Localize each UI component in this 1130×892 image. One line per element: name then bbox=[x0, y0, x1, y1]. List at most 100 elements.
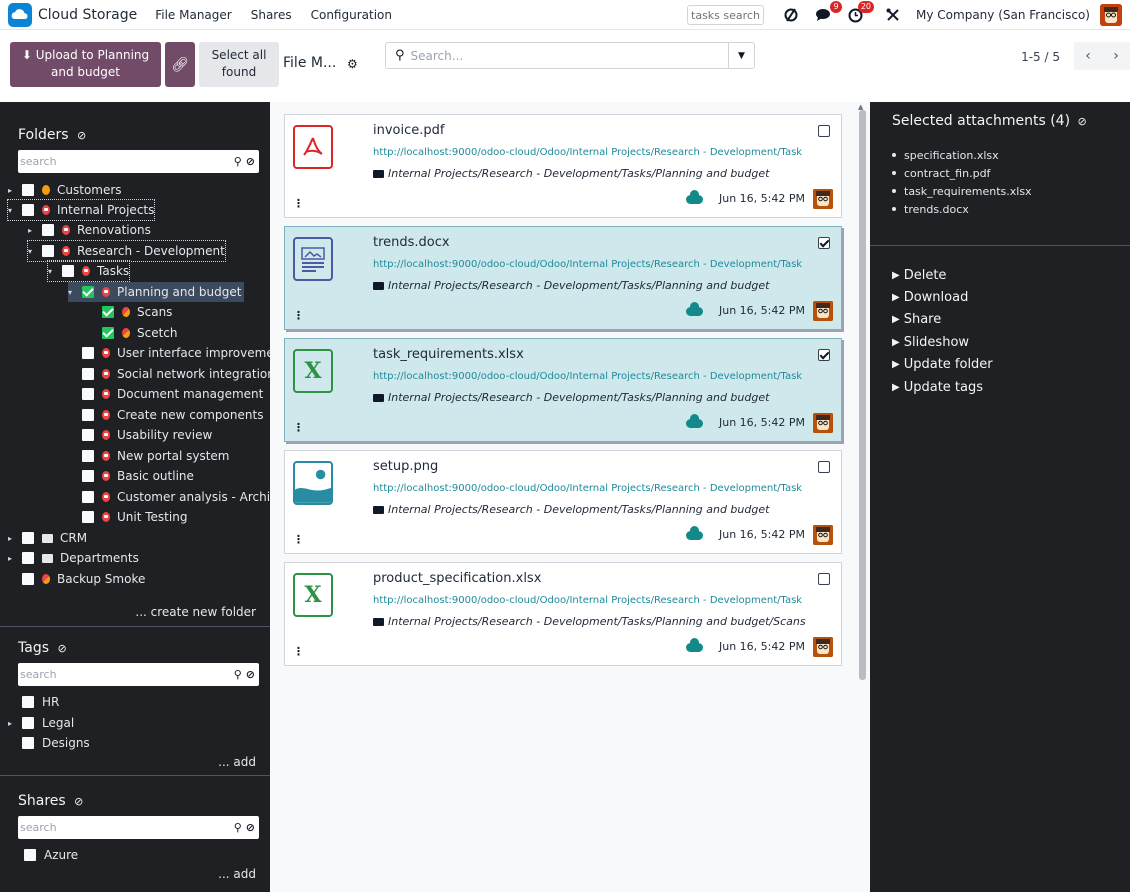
tag-checkbox[interactable] bbox=[22, 717, 34, 729]
folder-checkbox[interactable] bbox=[22, 532, 34, 544]
folder-item-scetch[interactable]: Scetch bbox=[88, 323, 178, 343]
action-download[interactable]: ▶ Download bbox=[892, 286, 993, 308]
brand[interactable]: Cloud Storage bbox=[0, 2, 155, 27]
folder-checkbox[interactable] bbox=[22, 573, 34, 585]
caret-right-icon[interactable]: ▸ bbox=[28, 226, 36, 235]
attachment-name[interactable]: product_specification.xlsx bbox=[373, 571, 541, 586]
action-slideshow[interactable]: ▶ Slideshow bbox=[892, 331, 993, 353]
tag-checkbox[interactable] bbox=[22, 696, 34, 708]
folder-checkbox[interactable] bbox=[22, 184, 34, 196]
ban-icon[interactable]: ⊘ bbox=[74, 795, 83, 808]
attachment-checkbox[interactable] bbox=[818, 125, 830, 137]
caret-right-icon[interactable]: ▸ bbox=[8, 534, 16, 543]
folder-checkbox[interactable] bbox=[62, 265, 74, 277]
action-delete[interactable]: ▶ Delete bbox=[892, 264, 993, 286]
user-avatar[interactable] bbox=[1100, 4, 1122, 26]
caret-down-icon[interactable]: ▾ bbox=[28, 247, 36, 256]
folder-item-basic-outline[interactable]: Basic outline bbox=[68, 466, 194, 486]
pager-previous-button[interactable]: ‹ bbox=[1074, 42, 1102, 70]
owner-avatar[interactable] bbox=[813, 637, 833, 657]
owner-avatar[interactable] bbox=[813, 189, 833, 209]
tag-item-legal[interactable]: ▸ Legal bbox=[8, 713, 74, 733]
folder-checkbox[interactable] bbox=[102, 306, 114, 318]
caret-down-icon[interactable]: ▾ bbox=[48, 267, 56, 276]
share-checkbox[interactable] bbox=[24, 849, 36, 861]
add-tag-link[interactable]: ... add bbox=[218, 755, 256, 769]
company-switcher[interactable]: My Company (San Francisco) bbox=[916, 8, 1090, 22]
action-update-folder[interactable]: ▶ Update folder bbox=[892, 354, 993, 376]
folder-item-customers[interactable]: ▸ Customers bbox=[8, 180, 122, 200]
file-doc-icon[interactable] bbox=[293, 237, 333, 281]
attachment-card[interactable]: Xproduct_specification.xlsx http://localh… bbox=[284, 562, 842, 666]
folder-item-new-portal-system[interactable]: New portal system bbox=[68, 446, 229, 466]
attachment-url-link[interactable]: http://localhost:9000/odoo-cloud/Odoo/In… bbox=[373, 371, 802, 382]
attachment-card[interactable]: trends.docx http://localhost:9000/odoo-cl… bbox=[284, 226, 842, 330]
attachment-name[interactable]: trends.docx bbox=[373, 235, 450, 250]
attachment-checkbox[interactable] bbox=[818, 349, 830, 361]
file-img-icon[interactable] bbox=[293, 461, 333, 505]
menu-shares[interactable]: Shares bbox=[251, 8, 292, 22]
caret-down-icon[interactable]: ▾ bbox=[8, 206, 16, 215]
kebab-menu-icon[interactable]: ⋮ bbox=[293, 645, 304, 658]
action-update-tags[interactable]: ▶ Update tags bbox=[892, 376, 993, 398]
folder-checkbox[interactable] bbox=[82, 347, 94, 359]
debug-tools-icon[interactable] bbox=[882, 4, 904, 26]
attachment-name[interactable]: setup.png bbox=[373, 459, 438, 474]
folder-item-user-interface-improvement[interactable]: User interface improvement bbox=[68, 343, 270, 363]
clear-icon[interactable]: ⊘ bbox=[246, 668, 255, 681]
shares-search[interactable]: search ⚲ ⊘ bbox=[18, 816, 259, 839]
search-icon[interactable]: ⚲ bbox=[234, 821, 242, 834]
tags-search-input[interactable]: search bbox=[18, 668, 234, 681]
tag-item-designs[interactable]: Designs bbox=[8, 733, 90, 753]
add-link-button[interactable]: 🔗︎ bbox=[165, 42, 195, 87]
activities-clock-icon[interactable]: 20 bbox=[844, 1, 875, 26]
folder-item-backup-smoke[interactable]: Backup Smoke bbox=[8, 569, 145, 589]
attachment-url-link[interactable]: http://localhost:9000/odoo-cloud/Odoo/In… bbox=[373, 595, 802, 606]
kebab-menu-icon[interactable]: ⋮ bbox=[293, 421, 304, 434]
tag-checkbox[interactable] bbox=[22, 737, 34, 749]
folder-checkbox[interactable] bbox=[82, 470, 94, 482]
file-xls-icon[interactable]: X bbox=[293, 349, 333, 393]
attachment-url-link[interactable]: http://localhost:9000/odoo-cloud/Odoo/In… bbox=[373, 259, 802, 270]
file-pdf-icon[interactable] bbox=[293, 125, 333, 169]
folder-checkbox[interactable] bbox=[82, 511, 94, 523]
folder-checkbox[interactable] bbox=[82, 450, 94, 462]
folder-checkbox[interactable] bbox=[82, 368, 94, 380]
messages-icon[interactable]: 9 bbox=[812, 1, 843, 26]
attachment-name[interactable]: task_requirements.xlsx bbox=[373, 347, 524, 362]
search-icon[interactable]: ⚲ bbox=[234, 155, 242, 168]
folder-checkbox[interactable] bbox=[42, 245, 54, 257]
pager-next-button[interactable]: › bbox=[1102, 42, 1130, 70]
folders-search-input[interactable]: search bbox=[18, 155, 234, 168]
folder-item-usability-review[interactable]: Usability review bbox=[68, 425, 212, 445]
tasks-search-input[interactable] bbox=[687, 5, 765, 25]
attachment-url-link[interactable]: http://localhost:9000/odoo-cloud/Odoo/In… bbox=[373, 483, 802, 494]
clear-icon[interactable]: ⊘ bbox=[246, 821, 255, 834]
folder-item-planning-and-budget[interactable]: ▾ Planning and budget bbox=[68, 282, 245, 302]
attachment-checkbox[interactable] bbox=[818, 573, 830, 585]
folder-item-scans[interactable]: Scans bbox=[88, 302, 172, 322]
attachment-card[interactable]: Xtask_requirements.xlsx http://localhost:… bbox=[284, 338, 842, 442]
folder-checkbox[interactable] bbox=[22, 552, 34, 564]
select-all-button[interactable]: Select all found bbox=[199, 42, 279, 87]
folder-item-internal-projects[interactable]: ▾ Internal Projects bbox=[6, 199, 156, 221]
folder-checkbox[interactable] bbox=[42, 224, 54, 236]
folder-item-create-new-components[interactable]: Create new components bbox=[68, 405, 263, 425]
tag-item-hr[interactable]: HR bbox=[8, 692, 59, 712]
folder-item-crm[interactable]: ▸ CRM bbox=[8, 528, 87, 548]
owner-avatar[interactable] bbox=[813, 413, 833, 433]
attachment-name[interactable]: invoice.pdf bbox=[373, 123, 444, 138]
kebab-menu-icon[interactable]: ⋮ bbox=[293, 309, 304, 322]
attachment-url-link[interactable]: http://localhost:9000/odoo-cloud/Odoo/In… bbox=[373, 147, 802, 158]
share-item-azure[interactable]: Azure bbox=[24, 845, 78, 865]
folder-checkbox[interactable] bbox=[102, 327, 114, 339]
tags-search[interactable]: search ⚲ ⊘ bbox=[18, 663, 259, 686]
owner-avatar[interactable] bbox=[813, 525, 833, 545]
caret-right-icon[interactable]: ▸ bbox=[8, 719, 16, 728]
search-input[interactable]: Search... bbox=[411, 49, 728, 63]
shares-search-input[interactable]: search bbox=[18, 821, 234, 834]
folder-item-document-management[interactable]: Document management bbox=[68, 384, 263, 404]
ban-icon[interactable]: ⊘ bbox=[57, 642, 66, 655]
folder-checkbox[interactable] bbox=[82, 429, 94, 441]
caret-right-icon[interactable]: ▸ bbox=[8, 554, 16, 563]
